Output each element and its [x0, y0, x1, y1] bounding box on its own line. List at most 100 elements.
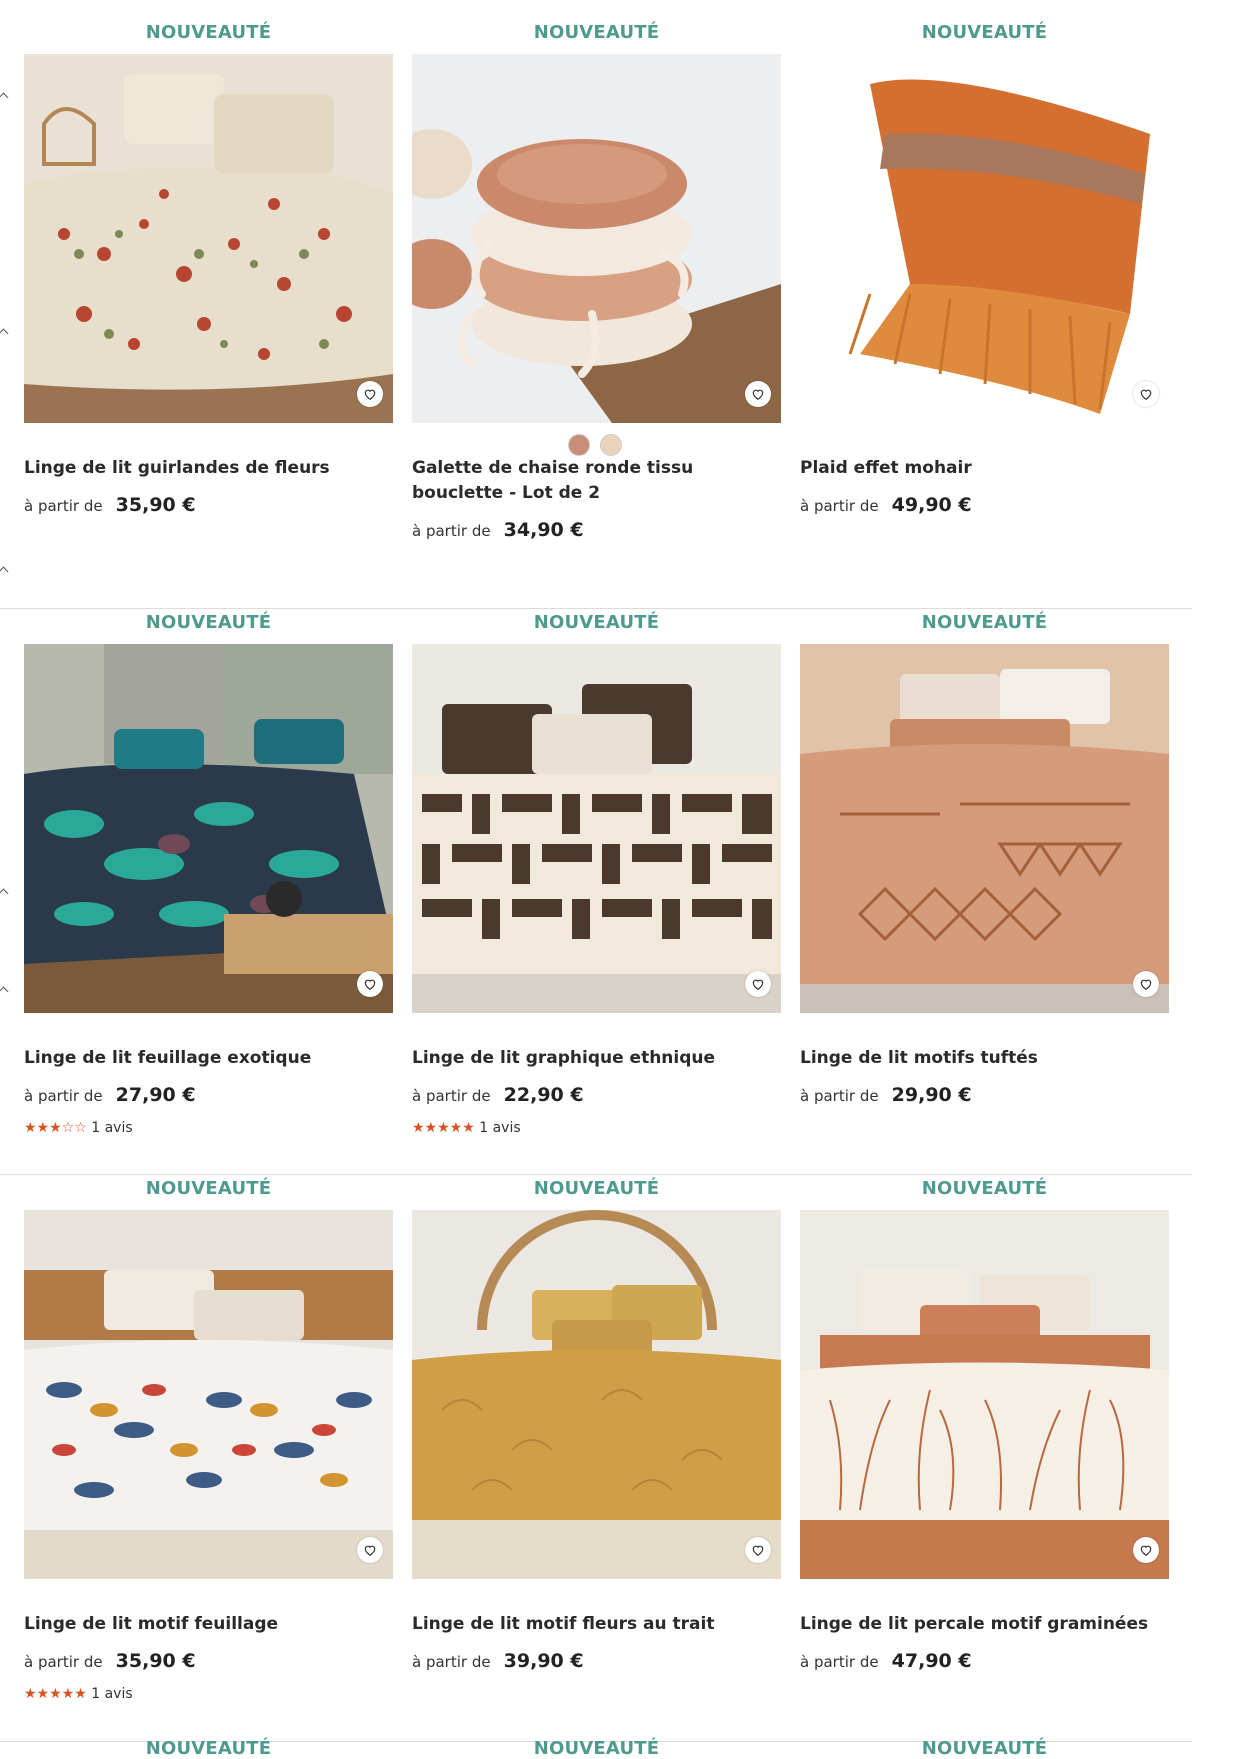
- heart-icon: [752, 1545, 764, 1556]
- price-prefix: à partir de: [412, 1653, 491, 1671]
- favorite-button[interactable]: [745, 971, 771, 997]
- price-prefix: à partir de: [24, 1087, 103, 1105]
- product-title[interactable]: Plaid effet mohair: [800, 456, 1169, 481]
- chevron-left-icon[interactable]: [0, 986, 9, 997]
- ochre-bedding-image: [412, 1210, 781, 1579]
- ethnic-bedding-image: [412, 644, 781, 1013]
- price: 35,90 €: [115, 494, 196, 516]
- heart-icon: [752, 389, 764, 400]
- product-image[interactable]: [412, 1210, 781, 1579]
- new-badge: NOUVEAUTÉ: [145, 1738, 272, 1759]
- review-count[interactable]: 1 avis: [91, 1120, 132, 1136]
- new-badge: NOUVEAUTÉ: [533, 22, 660, 43]
- chevron-left-icon[interactable]: [0, 328, 9, 339]
- star-rating-icon: ★★★★★: [412, 1120, 475, 1136]
- new-badge: NOUVEAUTÉ: [921, 1178, 1048, 1199]
- product-title[interactable]: Linge de lit feuillage exotique: [24, 1046, 393, 1071]
- product-image[interactable]: [24, 54, 393, 423]
- heart-icon: [364, 1545, 376, 1556]
- product-image[interactable]: [800, 54, 1169, 423]
- new-badge: NOUVEAUTÉ: [921, 22, 1048, 43]
- row-divider: [0, 1174, 1192, 1175]
- mohair-throw-image: [800, 54, 1169, 423]
- price-line: à partir de 47,90 €: [800, 1650, 1169, 1672]
- product-image[interactable]: [412, 644, 781, 1013]
- price: 34,90 €: [503, 519, 584, 541]
- row-divider: [0, 608, 1192, 609]
- product-title[interactable]: Linge de lit graphique ethnique: [412, 1046, 781, 1071]
- rating: ★★★☆☆ 1 avis: [24, 1120, 133, 1136]
- floral-bedding-image: [24, 54, 393, 423]
- rating: ★★★★★ 1 avis: [24, 1686, 133, 1702]
- product-image[interactable]: [800, 1210, 1169, 1579]
- product-title[interactable]: Linge de lit motif fleurs au trait: [412, 1612, 781, 1637]
- product-title[interactable]: Linge de lit percale motif graminées: [800, 1612, 1169, 1637]
- color-swatch[interactable]: [600, 434, 622, 456]
- new-badge: NOUVEAUTÉ: [533, 1738, 660, 1759]
- product-image[interactable]: [412, 54, 781, 423]
- price-line: à partir de 39,90 €: [412, 1650, 781, 1672]
- favorite-button[interactable]: [1133, 1537, 1159, 1563]
- tufted-bedding-image: [800, 644, 1169, 1013]
- boucle-cushions-image: [412, 54, 781, 423]
- favorite-button[interactable]: [357, 381, 383, 407]
- product-title[interactable]: Galette de chaise ronde tissu bouclette …: [412, 456, 781, 506]
- price-prefix: à partir de: [412, 1087, 491, 1105]
- price-line: à partir de 49,90 €: [800, 494, 1169, 516]
- star-rating-icon: ★★★☆☆: [24, 1120, 87, 1136]
- chevron-left-icon[interactable]: [0, 888, 9, 899]
- price-line: à partir de 27,90 €: [24, 1084, 393, 1106]
- price-prefix: à partir de: [800, 497, 879, 515]
- exotic-bedding-image: [24, 644, 393, 1013]
- price: 29,90 €: [891, 1084, 972, 1106]
- chevron-left-icon[interactable]: [0, 566, 9, 577]
- new-badge: NOUVEAUTÉ: [145, 22, 272, 43]
- new-badge: NOUVEAUTÉ: [145, 612, 272, 633]
- price-prefix: à partir de: [800, 1087, 879, 1105]
- new-badge: NOUVEAUTÉ: [921, 1738, 1048, 1759]
- heart-icon: [364, 389, 376, 400]
- favorite-button[interactable]: [1133, 381, 1159, 407]
- price-prefix: à partir de: [412, 522, 491, 540]
- foliage-bedding-image: [24, 1210, 393, 1579]
- color-swatch[interactable]: [568, 434, 590, 456]
- heart-icon: [752, 979, 764, 990]
- new-badge: NOUVEAUTÉ: [533, 612, 660, 633]
- product-image[interactable]: [24, 1210, 393, 1579]
- grass-bedding-image: [800, 1210, 1169, 1579]
- price-prefix: à partir de: [800, 1653, 879, 1671]
- product-title[interactable]: Linge de lit guirlandes de fleurs: [24, 456, 393, 481]
- new-badge: NOUVEAUTÉ: [921, 612, 1048, 633]
- price: 49,90 €: [891, 494, 972, 516]
- favorite-button[interactable]: [745, 381, 771, 407]
- heart-icon: [1140, 1545, 1152, 1556]
- new-badge: NOUVEAUTÉ: [145, 1178, 272, 1199]
- price-line: à partir de 34,90 €: [412, 519, 781, 541]
- price-line: à partir de 35,90 €: [24, 494, 393, 516]
- price-prefix: à partir de: [24, 1653, 103, 1671]
- heart-icon: [1140, 979, 1152, 990]
- heart-icon: [1140, 389, 1152, 400]
- price-prefix: à partir de: [24, 497, 103, 515]
- price: 35,90 €: [115, 1650, 196, 1672]
- product-title[interactable]: Linge de lit motif feuillage: [24, 1612, 393, 1637]
- chevron-left-icon[interactable]: [0, 92, 9, 103]
- rating: ★★★★★ 1 avis: [412, 1120, 521, 1136]
- review-count[interactable]: 1 avis: [91, 1686, 132, 1702]
- new-badge: NOUVEAUTÉ: [533, 1178, 660, 1199]
- review-count[interactable]: 1 avis: [479, 1120, 520, 1136]
- favorite-button[interactable]: [1133, 971, 1159, 997]
- star-rating-icon: ★★★★★: [24, 1686, 87, 1702]
- price: 27,90 €: [115, 1084, 196, 1106]
- favorite-button[interactable]: [745, 1537, 771, 1563]
- favorite-button[interactable]: [357, 971, 383, 997]
- price-line: à partir de 29,90 €: [800, 1084, 1169, 1106]
- price: 47,90 €: [891, 1650, 972, 1672]
- product-image[interactable]: [800, 644, 1169, 1013]
- price-line: à partir de 35,90 €: [24, 1650, 393, 1672]
- product-image[interactable]: [24, 644, 393, 1013]
- price: 39,90 €: [503, 1650, 584, 1672]
- heart-icon: [364, 979, 376, 990]
- favorite-button[interactable]: [357, 1537, 383, 1563]
- product-title[interactable]: Linge de lit motifs tuftés: [800, 1046, 1169, 1071]
